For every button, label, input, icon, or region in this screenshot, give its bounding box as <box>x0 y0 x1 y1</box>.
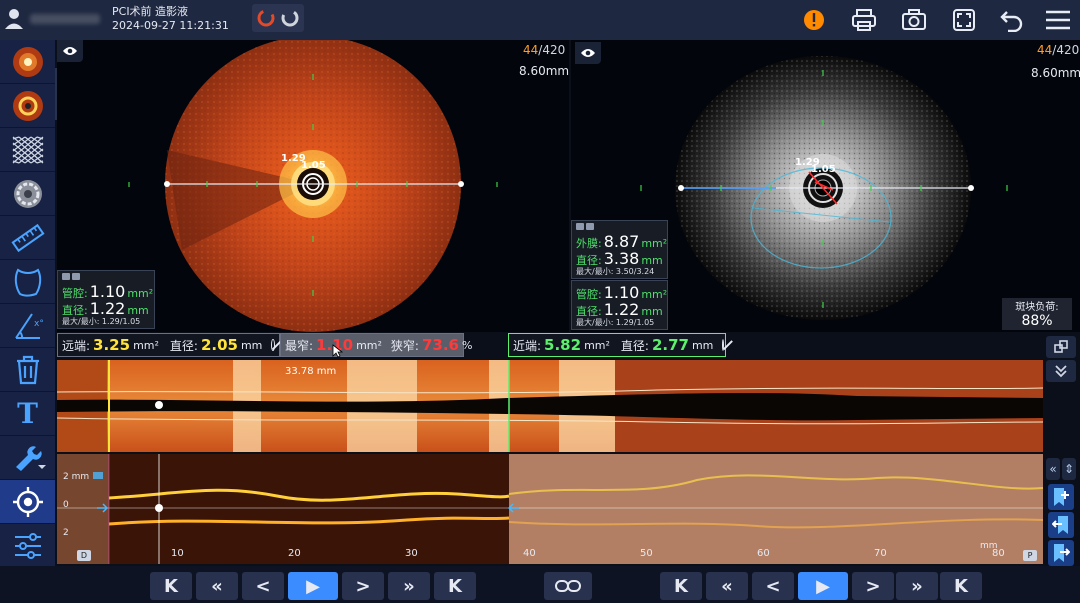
fast-forward-button[interactable]: » <box>388 572 430 600</box>
distal-reference-bar[interactable]: 远端: 3.25 mm² 直径: 2.05 mm <box>57 333 280 357</box>
prev-bookmark-icon[interactable] <box>1048 512 1074 538</box>
visibility-toggle-eye-icon[interactable] <box>57 40 83 62</box>
proximal-marker: P <box>1023 550 1037 561</box>
add-bookmark-icon[interactable] <box>1048 484 1074 510</box>
plaque-burden-box: 斑块负荷: 88% <box>1002 298 1072 330</box>
wrench-icon[interactable] <box>0 436 55 480</box>
axis-tick-70: 70 <box>874 548 887 559</box>
axis-tick-20: 20 <box>288 548 301 559</box>
depth-scale-2mm-top: 2 mm <box>63 472 90 482</box>
alert-icon[interactable] <box>800 6 828 34</box>
stent-icon[interactable] <box>0 172 55 216</box>
lumen-view-icon[interactable] <box>0 84 55 128</box>
patient-name-redacted <box>30 14 100 24</box>
play-button-right[interactable]: ▶ <box>798 572 848 600</box>
axis-unit: mm <box>980 541 998 551</box>
lesion-length-label: 33.78 mm <box>285 366 336 377</box>
ivus-lumen-label-b: 1.05 <box>811 164 836 175</box>
menu-icon[interactable] <box>1044 6 1072 34</box>
plaque-burden-label: 斑块负荷: <box>1015 302 1059 313</box>
text-tool-icon[interactable]: T <box>0 392 55 436</box>
narrowest-stenosis-bar[interactable]: 最窄: 1.10 mm² 狭窄: 73.6 % <box>280 333 472 357</box>
longitudinal-lumen-view[interactable]: 33.78 mm <box>57 360 1043 452</box>
left-toolbar: x° T <box>0 40 55 603</box>
proximal-reference-bar[interactable]: 近端: 5.82 mm² 直径: 2.77 mm <box>508 333 726 357</box>
user-icon[interactable] <box>4 6 28 30</box>
step-back-button-right[interactable]: < <box>752 572 794 600</box>
region-outline-icon[interactable] <box>0 260 55 304</box>
chevron-updown-icon[interactable]: ⇕ <box>1062 458 1076 480</box>
lumen-measurement-box[interactable]: 管腔: 1.10 mm² 直径: 1.22 mm 最大/最小: 1.29/1.05 <box>57 270 155 329</box>
imaging-depth: 8.60mm <box>1031 66 1080 80</box>
disable-proximal-icon[interactable] <box>722 339 725 351</box>
procedure-title: PCI术前 造影液 <box>112 5 189 18</box>
step-back-button[interactable]: < <box>242 572 284 600</box>
go-first-frame-button[interactable]: K <box>150 572 192 600</box>
oct-cross-section-panel: 1.29 1.05 44/420 8.60mm 管腔: 1.10 mm² 直径: 1.… <box>57 36 570 332</box>
frame-counter: 44/420 <box>523 43 566 57</box>
next-bookmark-icon[interactable] <box>1048 540 1074 566</box>
axis-tick-50: 50 <box>640 548 653 559</box>
sliders-icon[interactable] <box>0 524 55 568</box>
axis-tick-60: 60 <box>757 548 770 559</box>
trash-icon[interactable] <box>0 348 55 392</box>
ivus-cross-section-panel: 1.29 1.05 44/420 8.60mm 外膜: 8.87 mm² 直径: 3.… <box>571 40 1080 332</box>
go-first-frame-button-right[interactable]: K <box>660 572 702 600</box>
vessel-view-icon[interactable] <box>0 40 55 84</box>
axis-tick-40: 40 <box>523 548 536 559</box>
disable-distal-icon[interactable] <box>271 339 275 351</box>
go-last-frame-button[interactable]: K <box>434 572 476 600</box>
plaque-burden-value: 88% <box>1021 313 1053 329</box>
camera-icon[interactable] <box>900 6 928 34</box>
step-forward-button-right[interactable]: > <box>852 572 894 600</box>
swap-view-icon[interactable] <box>1046 336 1076 358</box>
crosshair-icon[interactable] <box>0 480 55 524</box>
ivus-lumen-measurement-box[interactable]: 管腔: 1.10 mm² 直径: 1.22 mm 最大/最小: 1.29/1.05 <box>571 280 668 330</box>
play-button[interactable]: ▶ <box>288 572 338 600</box>
mouse-cursor-icon <box>332 344 343 358</box>
depth-scale-2-bottom: 2 <box>63 528 69 538</box>
link-icon[interactable] <box>544 572 592 600</box>
chevron-left-icon[interactable]: « <box>1046 458 1060 480</box>
eem-measurement-box[interactable]: 外膜: 8.87 mm² 直径: 3.38 mm 最大/最小: 3.50/3.24 <box>571 220 668 279</box>
depth-scale-0: 0 <box>63 500 69 510</box>
fast-rewind-button-right[interactable]: « <box>706 572 748 600</box>
imaging-depth: 8.60mm <box>519 64 570 78</box>
box-tags <box>62 273 150 281</box>
collapse-down-icon[interactable] <box>1046 360 1076 382</box>
angle-measure-icon[interactable]: x° <box>0 304 55 348</box>
svg-text:x°: x° <box>34 319 44 329</box>
distal-marker: D <box>77 550 91 561</box>
longitudinal-ivus-view[interactable]: 2 mm 0 2 D P <box>57 454 1043 564</box>
go-last-frame-button-right[interactable]: K <box>940 572 982 600</box>
axis-tick-10: 10 <box>171 548 184 559</box>
fast-forward-button-right[interactable]: » <box>896 572 938 600</box>
timestamp: 2024-09-27 11:21:31 <box>112 19 229 32</box>
frame-counter: 44/420 <box>1037 43 1080 57</box>
fast-rewind-button[interactable]: « <box>196 572 238 600</box>
oct-mode-logo[interactable] <box>252 4 304 32</box>
box-tags <box>576 223 663 231</box>
lumen-diameter-label-b: 1.05 <box>301 160 326 171</box>
ruler-icon[interactable] <box>0 216 55 260</box>
mesh-icon[interactable] <box>0 128 55 172</box>
top-bar: PCI术前 造影液 2024-09-27 11:21:31 <box>0 0 1080 40</box>
print-icon[interactable] <box>850 6 878 34</box>
fullscreen-icon[interactable] <box>950 6 978 34</box>
visibility-toggle-eye-icon[interactable] <box>575 42 601 64</box>
axis-tick-30: 30 <box>405 548 418 559</box>
back-icon[interactable] <box>998 6 1026 34</box>
step-forward-button[interactable]: > <box>342 572 384 600</box>
